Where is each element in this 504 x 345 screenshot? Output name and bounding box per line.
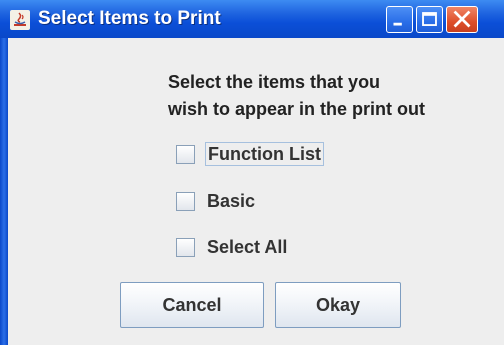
checkbox-box[interactable] (176, 237, 195, 257)
instructions-text: Select the items that you wish to appear… (168, 69, 425, 123)
okay-button[interactable]: Okay (275, 282, 401, 328)
checkbox-box[interactable] (176, 191, 195, 211)
minimize-button[interactable] (386, 6, 413, 33)
cancel-button[interactable]: Cancel (120, 282, 264, 328)
checkbox-box[interactable] (176, 144, 195, 164)
print-dialog: Select Items to Print Select the items t… (0, 0, 504, 345)
maximize-button[interactable] (416, 6, 443, 33)
instructions-line-2: wish to appear in the print out (168, 99, 426, 119)
checkbox-label[interactable]: Function List (205, 142, 324, 166)
checkbox-label[interactable]: Basic (205, 190, 257, 212)
title-bar[interactable]: Select Items to Print (0, 0, 504, 39)
checkbox-basic[interactable]: Basic (176, 188, 257, 214)
minimize-icon (393, 22, 402, 26)
checkbox-select-all[interactable]: Select All (176, 234, 289, 260)
window-border (0, 38, 8, 345)
checkbox-function-list[interactable]: Function List (176, 141, 324, 167)
maximize-icon (422, 12, 437, 26)
instructions-line-1: Select the items that you (168, 72, 381, 92)
checkbox-label[interactable]: Select All (205, 236, 289, 258)
close-icon (453, 10, 471, 28)
window-title: Select Items to Print (38, 8, 221, 29)
close-button[interactable] (446, 6, 478, 33)
java-app-icon[interactable] (10, 10, 30, 30)
